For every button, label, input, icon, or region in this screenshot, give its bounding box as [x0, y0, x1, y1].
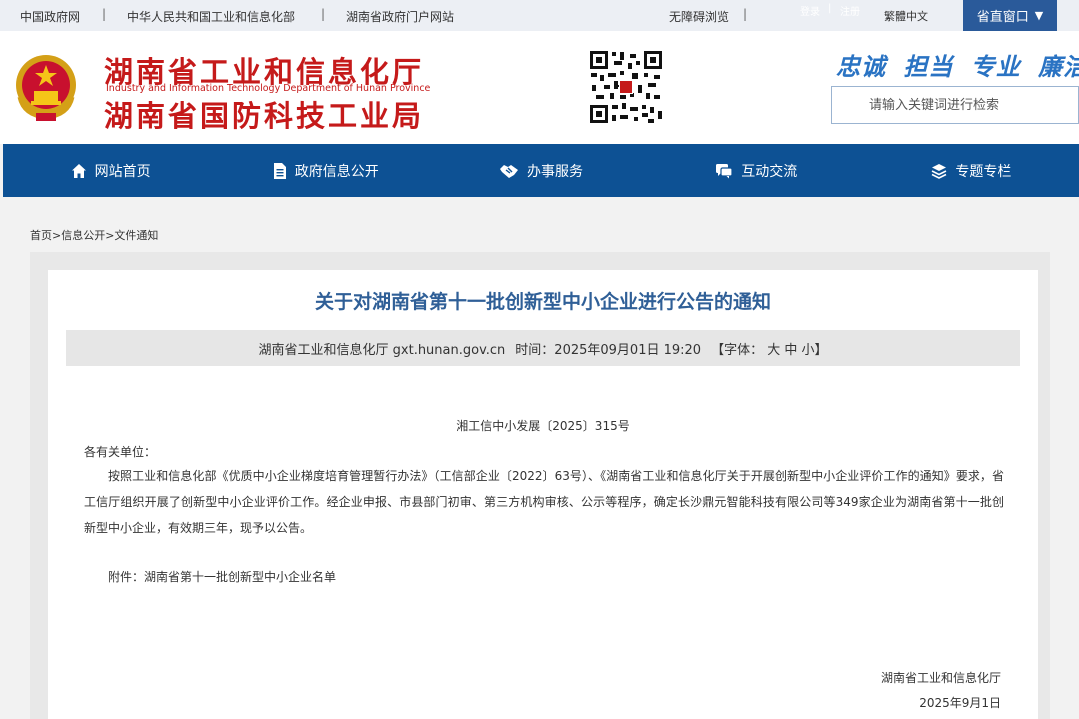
breadcrumb[interactable]: 首页>信息公开>文件通知 — [30, 227, 158, 243]
search-box — [831, 86, 1079, 124]
signature-date: 2025年9月1日 — [919, 696, 1001, 710]
font-size-selector[interactable]: 【字体： 大 中 小】 — [711, 339, 827, 358]
province-window-label: 省直窗口 — [976, 10, 1029, 25]
attachment-link[interactable]: 附件：湖南省第十一批创新型中小企业名单 — [108, 568, 336, 585]
divider: | — [743, 7, 748, 21]
nav-item-label: 政府信息公开 — [294, 163, 379, 180]
caret-down-icon: ▼ — [1034, 9, 1044, 22]
nav-item-label: 专题专栏 — [955, 163, 1012, 180]
home-icon — [71, 163, 86, 178]
main-nav: 网站首页 政府信息公开 办事服务 互动交流 专题专栏 — [3, 144, 1079, 197]
site-title-cn-secondary: 湖南省国防科技工业局 — [104, 99, 425, 133]
site-header: 湖南省工业和信息化厅 Industry and Information Tech… — [0, 31, 1079, 144]
nav-item-label: 互动交流 — [741, 163, 798, 180]
top-bar: 中国政府网 | 中华人民共和国工业和信息化部 | 湖南省政府门户网站 无障碍浏览… — [0, 0, 1079, 31]
handshake-icon — [500, 164, 518, 178]
nav-item-interaction[interactable]: 互动交流 — [649, 144, 864, 197]
divider: | — [102, 7, 107, 21]
document-icon — [273, 162, 286, 179]
register-link[interactable]: 注册 — [840, 3, 860, 18]
province-window-button[interactable]: 省直窗口 ▼ — [963, 0, 1057, 31]
article-meta-bar: 湖南省工业和信息化厅 gxt.hunan.gov.cn 时间：2025年09月0… — [66, 330, 1020, 366]
login-link[interactable]: 登录 — [800, 3, 820, 18]
signature-organization: 湖南省工业和信息化厅 — [880, 671, 1001, 685]
article-source: 湖南省工业和信息化厅 gxt.hunan.gov.cn — [258, 342, 506, 358]
national-emblem-icon — [16, 55, 76, 121]
link-gov-cn[interactable]: 中国政府网 — [20, 8, 80, 25]
nav-item-home[interactable]: 网站首页 — [3, 144, 218, 197]
link-miit[interactable]: 中华人民共和国工业和信息化部 — [127, 8, 295, 25]
search-input[interactable] — [832, 87, 1078, 123]
divider: | — [828, 3, 832, 14]
article-time: 时间：2025年09月01日 19:20 — [515, 342, 702, 358]
article-greeting: 各有关单位： — [84, 445, 157, 459]
article-body: 按照工业和信息化部《优质中小企业梯度培育管理暂行办法》（工信部企业〔2022〕6… — [84, 469, 1004, 535]
traditional-chinese-link[interactable]: 繁體中文 — [884, 8, 928, 24]
layers-icon — [932, 163, 947, 179]
nav-item-label: 网站首页 — [94, 163, 151, 180]
link-hunan-gov[interactable]: 湖南省政府门户网站 — [346, 8, 454, 25]
article-title: 关于对湖南省第十一批创新型中小企业进行公告的通知 — [314, 291, 771, 313]
nav-item-label: 办事服务 — [527, 163, 583, 180]
nav-item-gov-info[interactable]: 政府信息公开 — [218, 144, 433, 197]
divider: | — [321, 7, 326, 21]
nav-item-services[interactable]: 办事服务 — [433, 144, 648, 197]
chat-icon — [716, 163, 733, 178]
slogan: 忠诚 担当 专业 廉洁 — [836, 53, 1079, 81]
nav-item-special-topics[interactable]: 专题专栏 — [864, 144, 1079, 197]
accessibility-link[interactable]: 无障碍浏览 — [669, 8, 729, 25]
document-number: 湘工信中小发展〔2025〕315号 — [456, 419, 630, 433]
qrcode-icon — [588, 49, 664, 125]
